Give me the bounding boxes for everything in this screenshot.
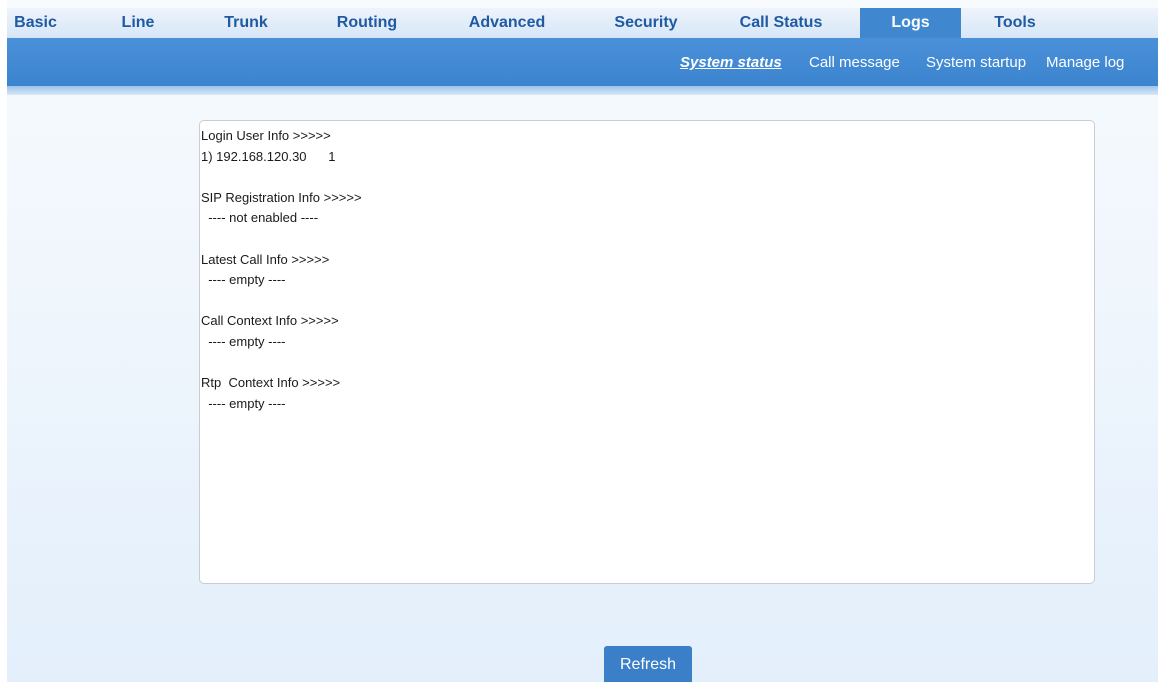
tab-advanced[interactable]: Advanced: [460, 8, 554, 38]
tab-tools[interactable]: Tools: [987, 8, 1043, 38]
tab-line[interactable]: Line: [114, 8, 162, 38]
log-line: Call Context Info >>>>>: [201, 313, 339, 329]
system-status-log[interactable]: Login User Info >>>>> 1) 192.168.120.30 …: [199, 120, 1095, 584]
top-navigation: Basic Line Trunk Routing Advanced Securi…: [7, 8, 1158, 38]
tab-call-status[interactable]: Call Status: [731, 8, 831, 38]
log-line: ---- empty ----: [201, 333, 286, 349]
subnav-system-status[interactable]: System status: [680, 54, 782, 71]
subnav-manage-log[interactable]: Manage log: [1046, 54, 1124, 71]
log-line: ---- empty ----: [201, 272, 286, 288]
log-line: SIP Registration Info >>>>>: [201, 189, 362, 205]
log-line: ---- empty ----: [201, 395, 286, 411]
tab-basic[interactable]: Basic: [7, 8, 64, 38]
subnav-call-message[interactable]: Call message: [809, 54, 900, 71]
subnav-system-startup[interactable]: System startup: [926, 54, 1026, 71]
log-line: Latest Call Info >>>>>: [201, 251, 330, 267]
log-line: ---- not enabled ----: [201, 210, 319, 226]
tab-trunk[interactable]: Trunk: [219, 8, 273, 38]
tab-routing[interactable]: Routing: [328, 8, 406, 38]
tab-security[interactable]: Security: [606, 8, 686, 38]
subbar-shadow: [7, 86, 1158, 95]
refresh-button[interactable]: Refresh: [604, 646, 692, 682]
log-line: Login User Info >>>>>: [201, 128, 331, 143]
tab-logs[interactable]: Logs: [860, 8, 961, 38]
log-line: 1) 192.168.120.30 1: [201, 148, 336, 164]
log-line: Rtp Context Info >>>>>: [201, 375, 341, 391]
sub-navigation: System status Call message System startu…: [7, 38, 1158, 86]
